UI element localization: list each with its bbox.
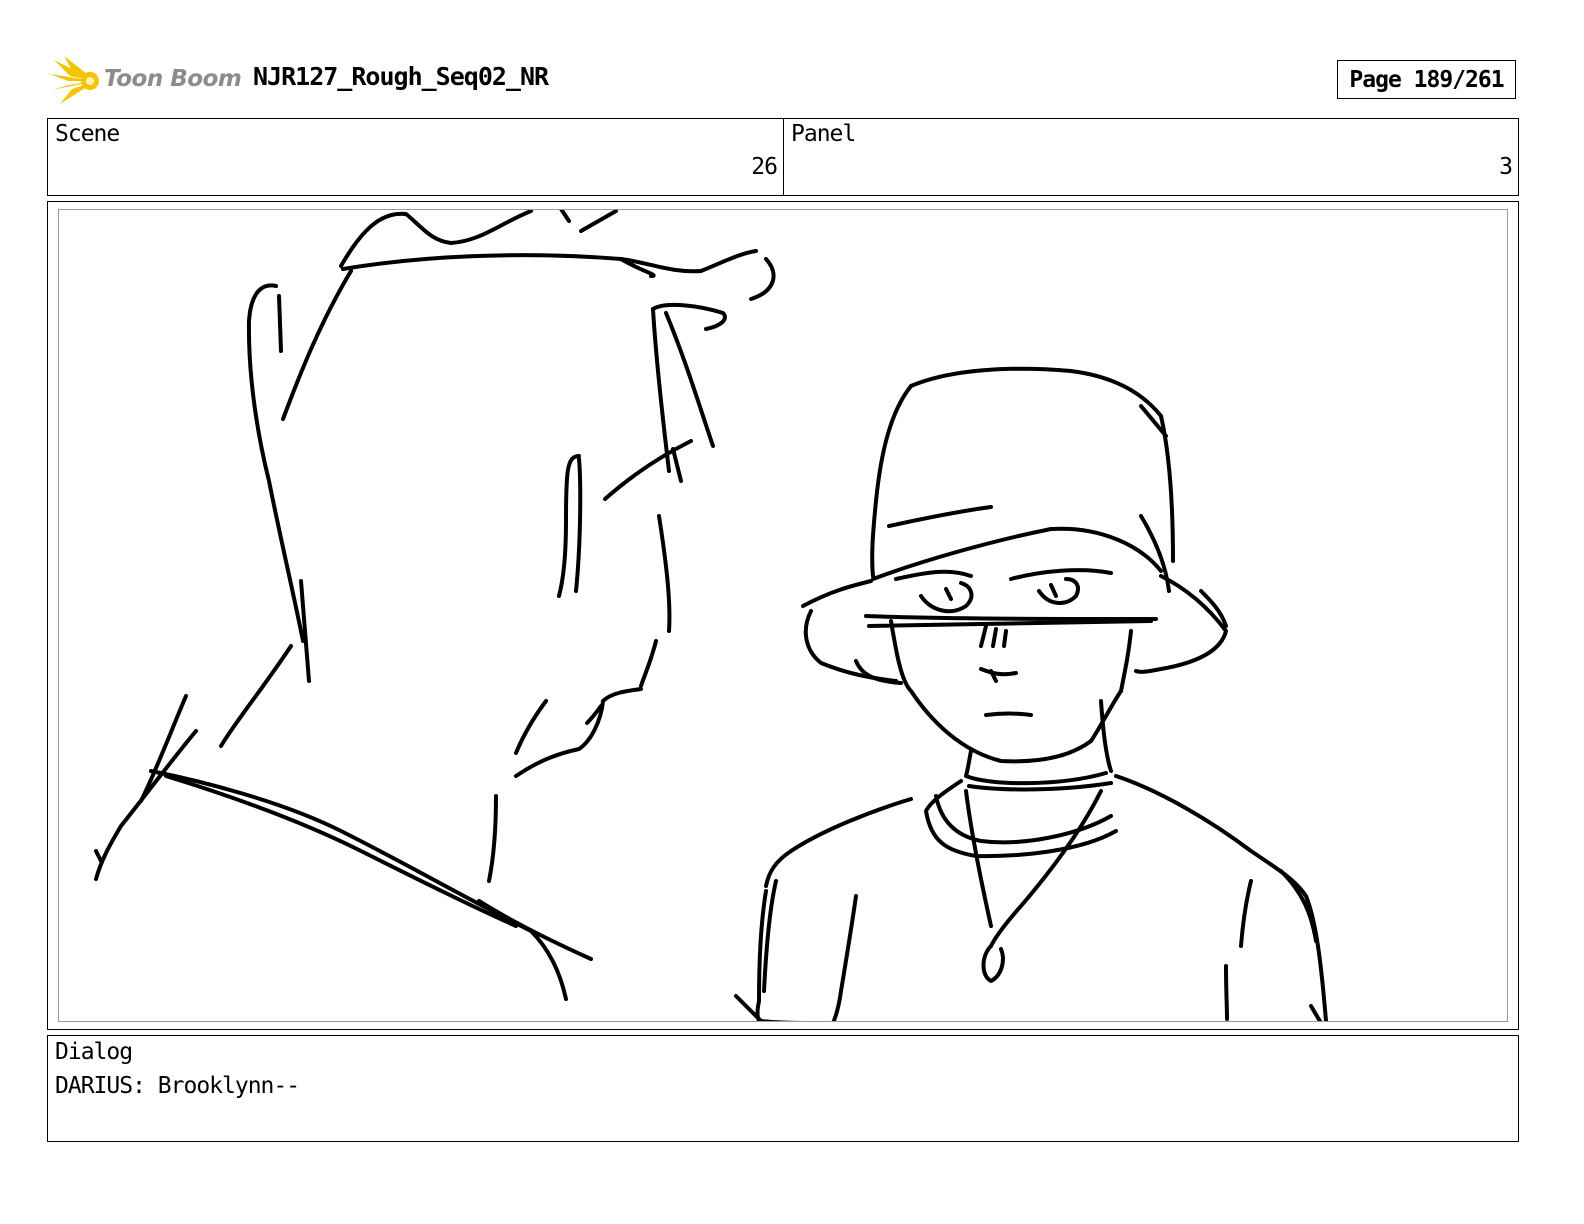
starburst-icon xyxy=(50,56,99,104)
page-number-box: Page 189/261 xyxy=(1337,60,1516,99)
panel-cell: Panel 3 xyxy=(784,119,1518,195)
storyboard-drawing xyxy=(58,209,1508,1022)
toon-boom-logo: Toon Boom xyxy=(50,54,242,108)
scene-panel-row: Scene 26 Panel 3 xyxy=(47,118,1519,196)
sketch-illustration xyxy=(94,210,1328,1021)
logo-wordmark: Toon Boom xyxy=(104,66,242,92)
panel-number: 3 xyxy=(1499,154,1513,180)
scene-number: 26 xyxy=(751,154,778,180)
background-character-sketch xyxy=(734,366,1328,1021)
foreground-character-sketch xyxy=(94,210,776,1001)
scene-label: Scene xyxy=(55,121,120,147)
dialog-text: DARIUS: Brooklynn-- xyxy=(55,1073,300,1099)
scene-cell: Scene 26 xyxy=(48,119,784,195)
page-number: Page 189/261 xyxy=(1349,66,1504,93)
panel-label: Panel xyxy=(791,121,856,147)
dialog-label: Dialog xyxy=(55,1039,133,1065)
dialog-box: Dialog DARIUS: Brooklynn-- xyxy=(47,1035,1519,1142)
document-title: NJR127_Rough_Seq02_NR xyxy=(253,62,549,91)
